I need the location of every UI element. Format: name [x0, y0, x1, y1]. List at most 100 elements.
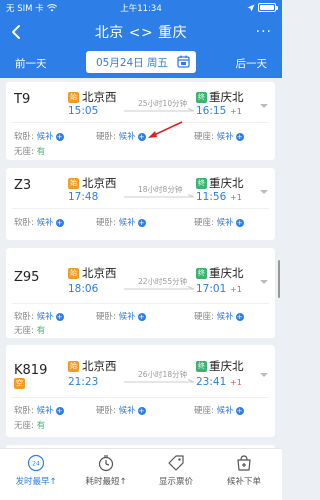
add-waitlist-icon[interactable]: + [55, 132, 64, 141]
timer-icon [98, 455, 114, 472]
prev-day-button[interactable]: 前一天 [15, 56, 47, 71]
divider [12, 208, 269, 209]
add-waitlist-icon[interactable]: + [137, 218, 146, 227]
train-number: Z3 [14, 178, 32, 193]
waitlist-bag-icon [237, 455, 251, 471]
train-card-z95[interactable]: Z95 始 北京西 22小时55分钟 终 重庆北 18:06 17:01 +1 … [6, 248, 275, 338]
train-card-t9[interactable]: T9 始 北京西 25小时10分钟 终 重庆北 15:05 16:15 +1 软… [6, 82, 275, 160]
route-arrow-icon [124, 286, 195, 290]
seat-status: 候补 [216, 132, 234, 142]
seat-status: 候补 [118, 406, 136, 416]
seat-soft-sleeper[interactable]: 软卧: 候补 + [14, 404, 64, 416]
to-station: 重庆北 [209, 90, 244, 104]
seat-label: 硬座: [194, 218, 214, 228]
train-card-k819[interactable]: K819 空 始 北京西 26小时18分钟 终 重庆北 21:23 23:41 … [6, 345, 275, 437]
more-options-icon[interactable]: ··· [256, 24, 272, 40]
date-picker[interactable]: 05月24日 周五 [86, 51, 196, 73]
seat-label: 软卧: [14, 312, 34, 322]
chevron-down-icon[interactable] [259, 188, 269, 196]
origin-badge: 始 [68, 92, 79, 103]
add-waitlist-icon[interactable]: + [137, 406, 146, 415]
divider [12, 397, 269, 398]
tab-shortest-duration[interactable]: 耗时最短↑ [76, 454, 136, 487]
seat-label: 软卧: [14, 218, 34, 228]
terminus-badge: 终 [196, 268, 207, 279]
tab-label: 候补下单 [226, 477, 261, 487]
next-day-marker: +1 [230, 285, 242, 294]
seat-label: 硬卧: [96, 312, 116, 322]
seat-hard-sleeper[interactable]: 硬卧: 候补 + [96, 216, 146, 228]
seat-label: 无座: [14, 421, 34, 431]
seat-label: 硬座: [194, 312, 214, 322]
add-waitlist-icon[interactable]: + [55, 218, 64, 227]
empty-ac-badge: 空 [14, 378, 25, 389]
to-station: 重庆北 [209, 266, 244, 280]
tab-show-price[interactable]: 显示票价 [146, 454, 206, 487]
next-day-marker: +1 [230, 107, 242, 116]
chevron-down-icon[interactable] [259, 278, 269, 286]
tab-label: 显示票价 [158, 477, 193, 487]
seat-status: 候补 [216, 406, 234, 416]
app-root: 无 SIM 卡 上午11:34 北京 <> 重庆 ··· 前一天 05月24日 … [0, 0, 282, 500]
seat-label: 软卧: [14, 132, 34, 142]
calendar-icon [177, 55, 190, 68]
seat-status: 候补 [36, 406, 54, 416]
seat-status: 候补 [118, 312, 136, 322]
seat-label: 硬卧: [96, 132, 116, 142]
seat-no-seat[interactable]: 无座: 有 [14, 419, 45, 431]
seat-no-seat[interactable]: 无座: 有 [14, 145, 45, 157]
seat-status: 有 [36, 421, 46, 431]
seat-status: 候补 [118, 132, 136, 142]
seat-soft-sleeper[interactable]: 软卧: 候补 + [14, 310, 64, 322]
arrival-time: 23:41 [196, 376, 227, 388]
seat-label: 软卧: [14, 406, 34, 416]
seat-hard-sleeper[interactable]: 硬卧: 候补 + [96, 310, 146, 322]
seat-hard-sleeper[interactable]: 硬卧: 候补 + [96, 130, 146, 142]
back-arrow-icon[interactable] [8, 23, 26, 41]
chevron-down-icon[interactable] [259, 371, 269, 379]
location-arrow-icon [247, 4, 255, 11]
tab-earliest-departure[interactable]: 24 发时最早↑ [6, 454, 66, 487]
seat-hard-seat[interactable]: 硬座: 候补 + [194, 216, 244, 228]
seat-hard-seat[interactable]: 硬座: 候补 + [194, 130, 244, 142]
origin-badge: 始 [68, 361, 79, 372]
add-waitlist-icon[interactable]: + [235, 406, 244, 415]
add-waitlist-icon[interactable]: + [55, 312, 64, 321]
origin-badge: 始 [68, 268, 79, 279]
add-waitlist-icon[interactable]: + [235, 218, 244, 227]
to-station: 重庆北 [209, 359, 244, 373]
scrollbar[interactable] [278, 260, 280, 298]
train-number: Z95 [14, 270, 40, 285]
tab-waitlist-order[interactable]: 候补下单 [214, 454, 274, 487]
add-waitlist-icon[interactable]: + [235, 312, 244, 321]
chevron-down-icon[interactable] [259, 102, 269, 110]
next-day-button[interactable]: 后一天 [236, 56, 268, 71]
tab-label: 发时最早↑ [15, 477, 57, 487]
next-day-marker: +1 [230, 193, 242, 202]
train-card-z3[interactable]: Z3 始 北京西 18小时8分钟 终 重庆北 17:48 11:56 +1 软卧… [6, 168, 275, 240]
departure-clock-icon: 24 [27, 454, 45, 472]
seat-status: 候补 [216, 312, 234, 322]
battery-icon [258, 3, 278, 12]
divider [12, 122, 269, 123]
seat-soft-sleeper[interactable]: 软卧: 候补 + [14, 130, 64, 142]
seat-soft-sleeper[interactable]: 软卧: 候补 + [14, 216, 64, 228]
status-time: 上午11:34 [120, 4, 162, 14]
seat-hard-sleeper[interactable]: 硬卧: 候补 + [96, 404, 146, 416]
seat-status: 有 [36, 326, 46, 336]
seat-hard-seat[interactable]: 硬座: 候补 + [194, 404, 244, 416]
next-day-marker: +1 [230, 378, 242, 387]
seat-status: 候补 [36, 218, 54, 228]
divider [12, 303, 269, 304]
seat-label: 硬卧: [96, 406, 116, 416]
add-waitlist-icon[interactable]: + [55, 406, 64, 415]
seat-label: 无座: [14, 326, 34, 336]
seat-no-seat[interactable]: 无座: 有 [14, 324, 45, 336]
from-station: 北京西 [82, 266, 117, 280]
seat-hard-seat[interactable]: 硬座: 候补 + [194, 310, 244, 322]
add-waitlist-icon[interactable]: + [137, 312, 146, 321]
train-number: T9 [14, 92, 31, 107]
route-arrow-icon [124, 379, 195, 383]
seat-label: 硬座: [194, 406, 214, 416]
add-waitlist-icon[interactable]: + [235, 132, 244, 141]
